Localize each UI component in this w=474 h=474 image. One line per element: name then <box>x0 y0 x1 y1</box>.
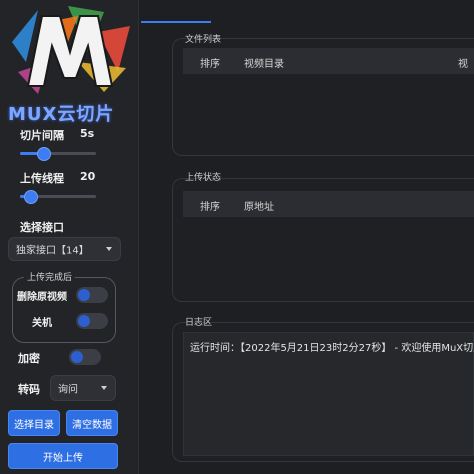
encrypt-toggle[interactable] <box>69 349 101 365</box>
delete-video-label: 删除原视频 <box>17 292 67 303</box>
shutdown-toggle-knob <box>78 315 90 327</box>
upload-status-title: 上传状态 <box>185 173 222 183</box>
log-title: 日志区 <box>185 318 213 328</box>
start-upload-button[interactable]: 开始上传 <box>8 443 118 469</box>
active-tab-indicator <box>141 21 211 23</box>
interface-select-value: 独家接口【14】 <box>16 245 89 257</box>
shutdown-toggle[interactable] <box>76 313 108 329</box>
transcode-select-value: 询问 <box>58 384 78 396</box>
slice-interval-value: 5s <box>80 127 95 140</box>
interface-label: 选择接口 <box>20 221 64 234</box>
upload-threads-slider[interactable] <box>20 190 96 204</box>
slice-interval-slider[interactable] <box>20 147 96 161</box>
interface-select[interactable]: 独家接口【14】 <box>8 237 121 261</box>
file-list-header: 排序 视频目录 视 <box>183 48 474 74</box>
select-directory-button[interactable]: 选择目录 <box>8 410 60 436</box>
file-list-title: 文件列表 <box>185 35 222 45</box>
chevron-down-icon <box>101 386 107 390</box>
log-textarea[interactable]: 运行时间：【2022年5月21日23时2分27秒】 - 欢迎使用MuX切片 <box>183 332 474 456</box>
app-logo-icon <box>12 6 130 94</box>
brand-name: MUX云切片 <box>8 104 115 125</box>
transcode-select[interactable]: 询问 <box>50 375 116 401</box>
sidebar: MUX云切片 切片间隔 5s 上传线程 20 选择接口 独家接口【14】 上传完… <box>0 0 139 474</box>
shutdown-label: 关机 <box>32 318 52 329</box>
column-header-video-dir[interactable]: 视频目录 <box>244 55 284 70</box>
column-header-video[interactable]: 视 <box>458 55 468 70</box>
column-header-source-address[interactable]: 原地址 <box>244 198 274 213</box>
upload-threads-value: 20 <box>80 170 96 183</box>
chevron-down-icon <box>106 247 112 251</box>
delete-video-toggle-knob <box>78 289 90 301</box>
encrypt-toggle-knob <box>71 351 83 363</box>
after-upload-title: 上传完成后 <box>24 270 76 283</box>
delete-video-toggle[interactable] <box>76 287 108 303</box>
transcode-label: 转码 <box>18 383 40 396</box>
clear-data-button[interactable]: 清空数据 <box>66 410 118 436</box>
log-line: 运行时间：【2022年5月21日23时2分27秒】 - 欢迎使用MuX切片 <box>190 343 474 354</box>
upload-threads-label: 上传线程 <box>20 172 64 185</box>
slice-interval-slider-thumb[interactable] <box>36 147 51 161</box>
column-header-order[interactable]: 排序 <box>200 198 220 213</box>
column-header-order[interactable]: 排序 <box>200 55 220 70</box>
slice-interval-label: 切片间隔 <box>20 129 64 142</box>
upload-status-header: 排序 原地址 <box>183 191 474 217</box>
encrypt-label: 加密 <box>18 352 40 365</box>
upload-threads-slider-thumb[interactable] <box>23 190 38 204</box>
